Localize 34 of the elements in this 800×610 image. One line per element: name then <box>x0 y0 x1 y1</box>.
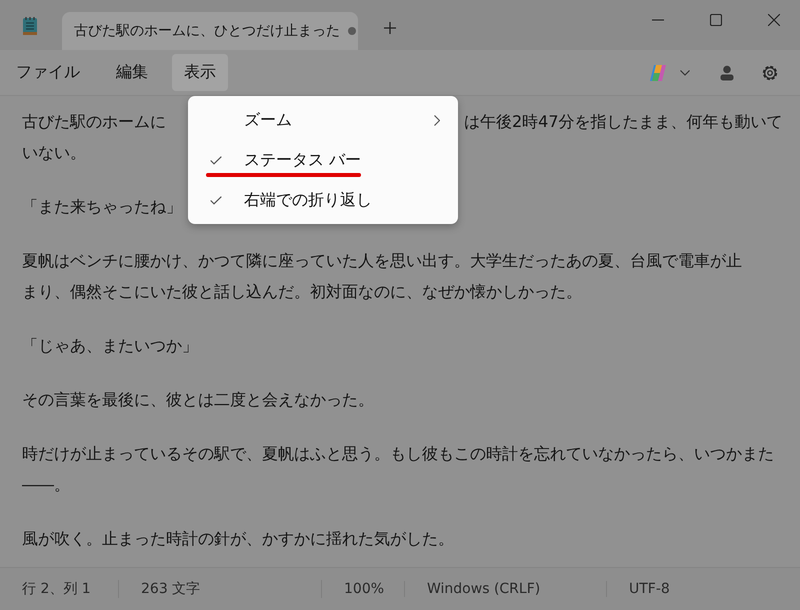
menu-option-label: 右端での折り返し <box>244 190 373 210</box>
text-line: 「また来ちゃったね」 <box>22 196 182 218</box>
menu-option[interactable]: ステータス バー <box>188 140 458 180</box>
text-line: 風が吹く。止まった時計の針が、かすかに揺れた気がした。 <box>22 528 454 550</box>
text-line: 「じゃあ、またいつか」 <box>22 335 198 357</box>
status-text: Windows (CRLF) <box>427 581 540 597</box>
text-line: 時だけが止まっているその駅で、夏帆はふと思う。もし彼もこの時計を忘れていなかったら、いつかまた <box>22 443 774 465</box>
status-text: 行 2、列 1 <box>22 581 91 597</box>
notepad-icon <box>22 16 38 36</box>
tab-title: 古びた駅のホームに、ひとつだけ止まった <box>74 22 340 40</box>
status-text: 263 文字 <box>141 581 200 597</box>
new-tab-icon[interactable] <box>383 21 397 35</box>
text-line: その言葉を最後に、彼とは二度と会えなかった。 <box>22 389 374 411</box>
menu-item[interactable]: ファイル <box>4 54 92 91</box>
text-line: まり、偶然そこにいた彼と話し込んだ。初対面なのに、なぜか懐かしかった。 <box>22 281 582 303</box>
text-line: 夏帆はベンチに腰かけ、かつて隣に座っていた人を思い出す。大学生だったあの夏、台風で電車が止 <box>22 250 742 272</box>
menu-option-label: ズーム <box>244 110 293 130</box>
chevron-right-icon <box>434 114 440 126</box>
text-line: 古びた駅のホームに <box>22 111 166 133</box>
menu-option[interactable]: ズーム <box>188 100 458 140</box>
status-text: 100% <box>344 581 384 597</box>
text-line: は午後2時47分を指したまま、何年も動いて <box>464 111 783 133</box>
document-tab[interactable]: 古びた駅のホームに、ひとつだけ止まった <box>62 12 358 50</box>
account-icon[interactable] <box>720 64 734 80</box>
menu-option-label: ステータス バー <box>244 150 362 170</box>
menu-item[interactable]: 編集 <box>104 54 160 91</box>
maximize-icon[interactable] <box>710 14 722 26</box>
status-text: UTF-8 <box>629 581 670 597</box>
menu-item[interactable]: 表示 <box>172 54 228 91</box>
text-line: いない。 <box>22 142 86 164</box>
close-icon[interactable] <box>768 14 780 26</box>
text-line: ――。 <box>22 474 70 496</box>
menu-option[interactable]: 右端での折り返し <box>188 180 458 220</box>
chevron-down-icon[interactable] <box>680 70 690 76</box>
